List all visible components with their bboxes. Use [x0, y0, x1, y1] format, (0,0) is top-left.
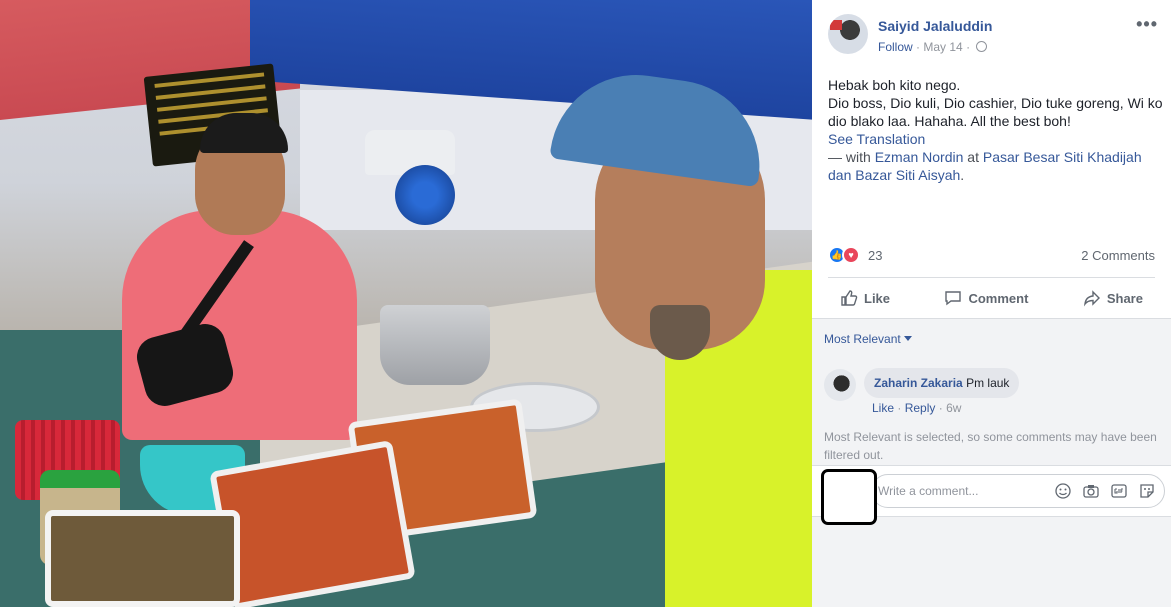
comment-bubble: Zaharin Zakaria Pm lauk [864, 368, 1020, 398]
gif-icon[interactable] [1110, 482, 1128, 500]
post-meta: Follow · May 14 · [878, 40, 988, 54]
post-header: Saiyid Jalaluddin Follow · May 14 · ••• [828, 14, 1158, 58]
post-date[interactable]: May 14 [923, 40, 962, 54]
photo-pot [380, 305, 490, 385]
tagged-person-link[interactable]: Ezman Nordin [875, 149, 964, 165]
commenter-name[interactable]: Zaharin Zakaria [874, 376, 963, 390]
comments-count[interactable]: 2 Comments [1081, 248, 1155, 263]
commenter-avatar[interactable] [824, 369, 856, 401]
input-icons [1054, 482, 1156, 500]
share-icon [1083, 290, 1100, 307]
comment-label: Comment [968, 290, 1029, 306]
emoji-icon[interactable] [1054, 482, 1072, 500]
action-bar: Like Comment Share [828, 284, 1155, 312]
thumbs-up-icon [841, 290, 858, 306]
photo-food-tray [45, 510, 240, 607]
meta-dot: · [897, 401, 902, 415]
filter-note: Most Relevant is selected, so some comme… [824, 430, 1157, 462]
globe-icon [976, 41, 988, 52]
comment-like-link[interactable]: Like [872, 401, 894, 415]
comment-reply-link[interactable]: Reply [905, 401, 936, 415]
photo-fan [395, 165, 455, 225]
comment-input[interactable]: Write a comment... [871, 474, 1165, 508]
comment-meta: Like · Reply · 6w [872, 401, 961, 415]
period: . [960, 167, 965, 183]
comment-sort-dropdown[interactable]: Most Relevant [824, 332, 912, 346]
post-tags: — with Ezman Nordin at Pasar Besar Siti … [828, 148, 1163, 184]
camera-icon[interactable] [1082, 482, 1100, 500]
at-word: at [967, 149, 979, 165]
comment-button[interactable]: Comment [932, 284, 1040, 312]
post-panel: Saiyid Jalaluddin Follow · May 14 · ••• … [812, 0, 1171, 607]
share-button[interactable]: Share [1071, 284, 1155, 312]
reaction-count[interactable]: 23 [868, 248, 882, 263]
post-text-line: Hebak boh kito nego. [828, 77, 961, 93]
comment-icon [945, 291, 962, 306]
post-text-line: Dio boss, Dio kuli, Dio cashier, Dio tuk… [828, 95, 1163, 129]
see-translation-link[interactable]: See Translation [828, 130, 1163, 148]
post-photo[interactable] [0, 0, 812, 607]
comment-text: Pm lauk [966, 376, 1010, 390]
more-options-icon[interactable]: ••• [1136, 14, 1158, 35]
follow-link[interactable]: Follow [878, 40, 913, 54]
chevron-down-icon [903, 336, 912, 341]
sort-label: Most Relevant [824, 332, 901, 346]
meta-separator: · [966, 40, 971, 54]
like-label: Like [864, 290, 891, 306]
sticker-icon[interactable] [1138, 482, 1156, 500]
with-prefix: — with [828, 149, 871, 165]
meta-separator: · [916, 40, 921, 54]
love-reaction-icon: ♥ [842, 246, 860, 264]
divider [828, 277, 1155, 278]
meta-dot: · [938, 401, 943, 415]
comment-time[interactable]: 6w [946, 401, 961, 415]
comment-placeholder: Write a comment... [878, 484, 979, 498]
write-comment-row: Write a comment... [812, 465, 1171, 525]
author-avatar[interactable] [828, 14, 868, 54]
post-text: Hebak boh kito nego. Dio boss, Dio kuli,… [828, 76, 1163, 184]
author-name[interactable]: Saiyid Jalaluddin [878, 18, 992, 34]
comments-section: Most Relevant Zaharin Zakaria Pm lauk Li… [812, 318, 1171, 607]
like-button[interactable]: Like [828, 284, 902, 312]
share-label: Share [1106, 290, 1143, 306]
current-user-avatar [821, 469, 877, 525]
